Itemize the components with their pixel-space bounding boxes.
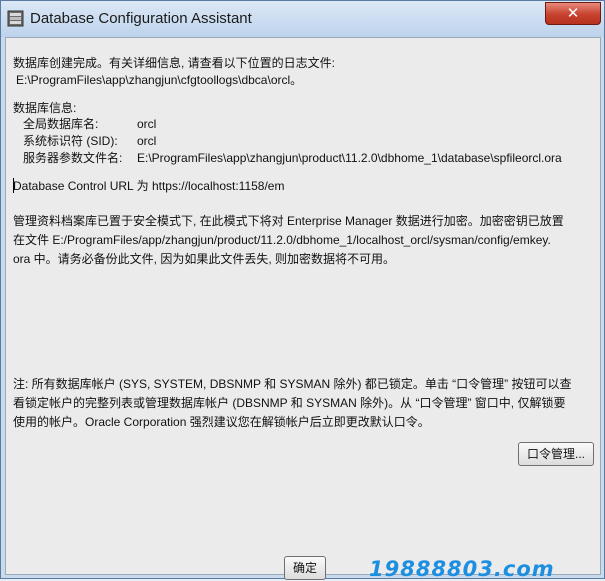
repository-line-1: 管理资料档案库已置于安全模式下, 在此模式下将对 Enterprise Mana… — [13, 214, 564, 228]
password-management-button[interactable]: 口令管理... — [518, 442, 594, 466]
ok-button[interactable]: 确定 — [284, 556, 326, 580]
text-cursor — [13, 178, 14, 193]
note-line-1: 注: 所有数据库帐户 (SYS, SYSTEM, DBSNMP 和 SYSMAN… — [13, 377, 572, 391]
note-line-2: 看锁定帐户的完整列表或管理数据库帐户 (DBSNMP 和 SYSMAN 除外)。… — [13, 396, 566, 410]
repository-line-2: 在文件 E:/ProgramFiles/app/zhangjun/product… — [13, 233, 551, 247]
sid-label: 系统标识符 (SID): — [23, 134, 118, 148]
close-button[interactable]: ✕ — [545, 2, 601, 25]
repository-line-3: ora 中。请务必备份此文件, 因为如果此文件丢失, 则加密数据将不可用。 — [13, 252, 396, 266]
note-line-3: 使用的帐户。Oracle Corporation 强烈建议您在解锁帐户后立即更改… — [13, 415, 430, 429]
creation-message: 数据库创建完成。有关详细信息, 请查看以下位置的日志文件: — [13, 56, 336, 70]
dialog-content: 数据库创建完成。有关详细信息, 请查看以下位置的日志文件: E:\Program… — [5, 37, 601, 580]
control-url: Database Control URL 为 https://localhost… — [13, 179, 285, 193]
watermark: 19888803.com — [369, 557, 555, 581]
window-title: Database Configuration Assistant — [30, 10, 252, 27]
db-info-heading: 数据库信息: — [13, 101, 77, 115]
app-icon — [7, 10, 24, 27]
title-bar[interactable]: Database Configuration Assistant ✕ — [1, 1, 604, 37]
global-db-name-label: 全局数据库名: — [23, 117, 99, 131]
sid-value: orcl — [137, 134, 157, 148]
dbca-window: Database Configuration Assistant ✕ 数据库创建… — [0, 0, 605, 581]
close-icon: ✕ — [566, 4, 580, 22]
global-db-name-value: orcl — [137, 117, 157, 131]
spfile-label: 服务器参数文件名: — [23, 151, 123, 165]
log-path: E:\ProgramFiles\app\zhangjun\cfgtoollogs… — [16, 73, 303, 87]
spfile-value: E:\ProgramFiles\app\zhangjun\product\11.… — [137, 151, 562, 165]
